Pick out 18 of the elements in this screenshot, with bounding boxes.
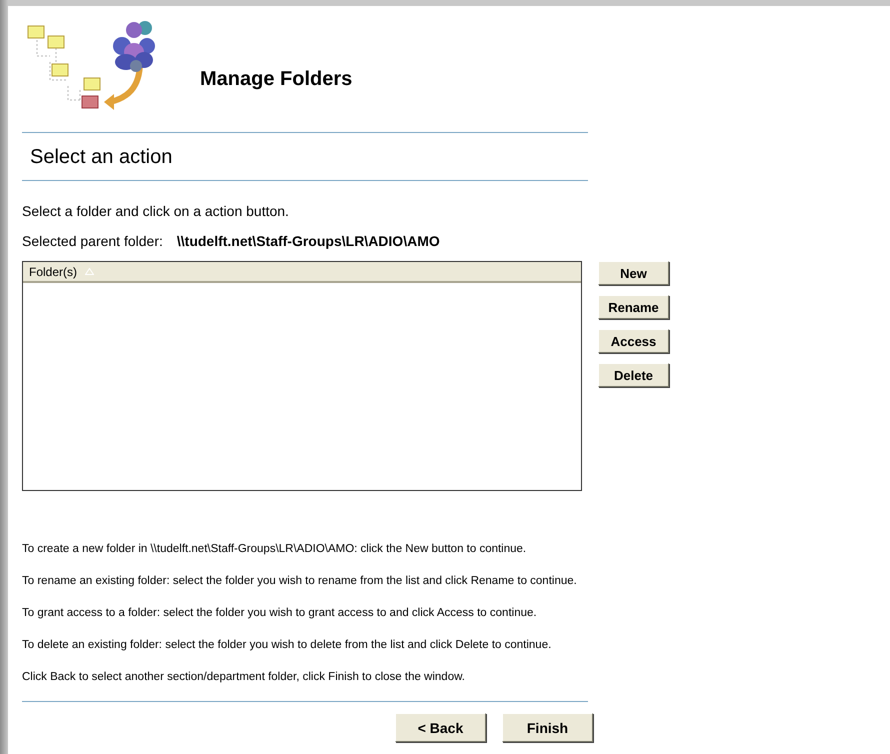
intro-text: Select a folder and click on a action button. bbox=[22, 203, 290, 219]
section-title: Select an action bbox=[29, 145, 174, 170]
page-title: Manage Folders bbox=[200, 68, 352, 91]
action-button[interactable]: New bbox=[598, 261, 669, 285]
wizard-button[interactable]: Finish bbox=[502, 713, 593, 742]
parent-folder-path: \\tudelft.net\Staff-Groups\LR\ADIO\AMO bbox=[176, 233, 440, 249]
column-header[interactable]: Folder(s) bbox=[23, 262, 94, 281]
action-button[interactable]: Access bbox=[598, 329, 669, 353]
instruction-text: To create a new folder in \\tudelft.net\Staff-Groups\LR\ADIO\AMO: click the New button to continue. bbox=[22, 542, 528, 557]
folder-list[interactable]: Folder(s) bbox=[22, 261, 582, 491]
instruction-text: Click Back to select another section/department folder, click Finish to close the window. bbox=[22, 670, 466, 685]
instruction-text: To rename an existing folder: select the folder you wish to rename from the list and click Rename to continue. bbox=[22, 574, 578, 589]
action-button[interactable]: Rename bbox=[598, 295, 669, 319]
parent-folder-label: Selected parent folder: bbox=[22, 233, 163, 249]
instruction-text: To delete an existing folder: select the folder you wish to delete from the list and click Delete to continue. bbox=[22, 638, 552, 653]
wizard-button[interactable]: < Back bbox=[395, 713, 486, 742]
instruction-text: To grant access to a folder: select the folder you wish to grant access to and click Access to continue. bbox=[22, 606, 538, 621]
action-button[interactable]: Delete bbox=[598, 363, 669, 387]
